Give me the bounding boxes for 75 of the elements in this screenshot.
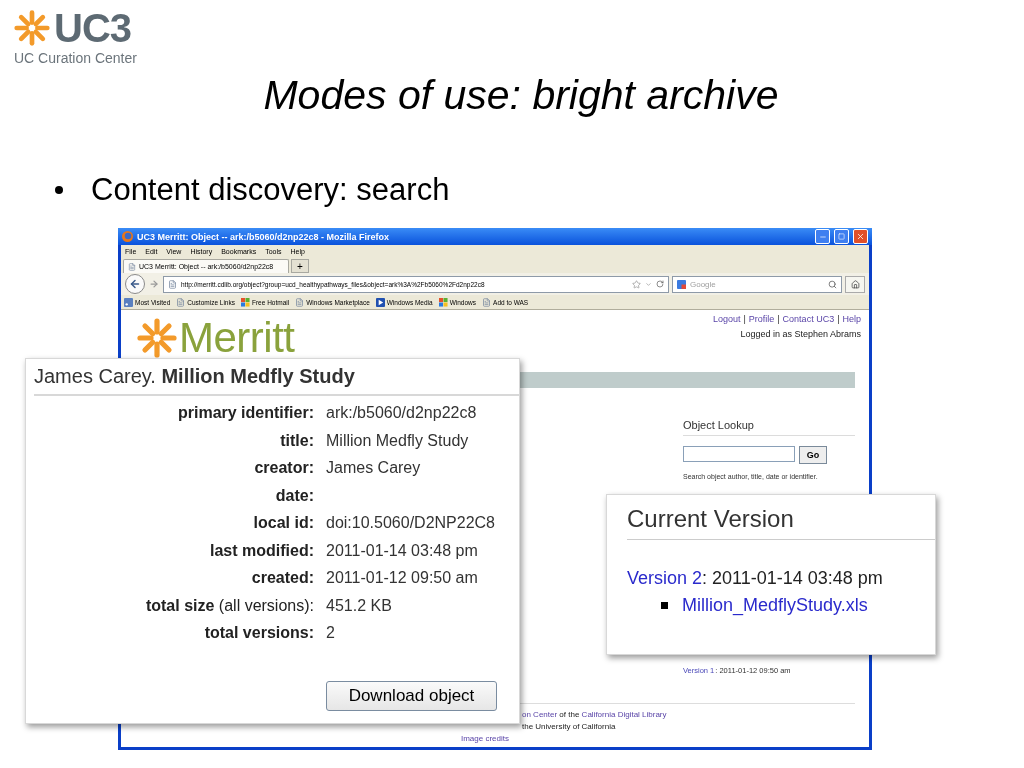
callout-heading: James Carey. Million Medfly Study — [34, 365, 519, 396]
lookup-heading: Object Lookup — [683, 419, 855, 436]
separator-text: | — [837, 314, 840, 324]
footer-text: of the — [558, 710, 581, 719]
windows-flag-icon — [241, 297, 250, 307]
new-tab-button[interactable]: + — [291, 259, 309, 273]
forward-button[interactable] — [148, 278, 160, 290]
star-icon[interactable] — [632, 279, 641, 289]
field-label: title: — [279, 431, 314, 451]
back-arrow-icon — [129, 278, 141, 290]
header-link[interactable]: Contact UC3 — [782, 314, 835, 324]
browser-logo-icon — [122, 231, 133, 242]
header-link[interactable]: Logout — [712, 314, 741, 324]
asterisk-logo-icon — [137, 318, 177, 358]
header-link[interactable]: Help — [842, 314, 861, 324]
field-value: Million Medfly Study — [326, 431, 470, 451]
copyright-text: the University of California — [522, 722, 617, 731]
back-button[interactable] — [125, 274, 145, 294]
close-icon — [856, 232, 865, 241]
lookup-field[interactable] — [683, 446, 795, 462]
media-player-icon — [375, 297, 385, 307]
maximize-button[interactable] — [834, 229, 849, 244]
search-icon[interactable] — [828, 279, 837, 289]
field-value: James Carey — [326, 459, 422, 478]
site-logo-text: Merritt — [179, 314, 295, 362]
field-value: 2011-01-12 09:50 am — [326, 569, 479, 588]
feed-icon — [124, 297, 133, 307]
separator-text: | — [777, 314, 780, 324]
field-label: total size (all versions): — [144, 596, 314, 616]
version-date: : 2011-01-14 03:48 pm — [702, 568, 883, 588]
field-label: total versions: — [203, 624, 314, 643]
home-button[interactable] — [845, 275, 865, 293]
search-engine-icon — [677, 279, 686, 289]
download-button[interactable]: Download object — [326, 680, 497, 711]
page-icon — [176, 297, 186, 307]
callout-heading: Current Version — [627, 505, 935, 540]
field-value: doi:10.5060/D2NP22C8 — [326, 514, 496, 533]
home-icon — [850, 279, 860, 289]
reload-icon[interactable] — [656, 280, 664, 288]
field-label: last modified: — [209, 541, 314, 561]
field-value: 2011-01-14 03:48 pm — [326, 541, 479, 561]
go-button[interactable]: Go — [799, 446, 827, 464]
asterisk-logo-icon — [14, 10, 50, 46]
minimize-button[interactable] — [815, 229, 830, 244]
window-title: UC3 Merritt: Object -- ark:/b5060/d2np22c8 - Mozilla Firefox — [137, 231, 391, 242]
page-icon — [295, 297, 305, 307]
field-value: ark:/b5060/d2np22c8 — [326, 404, 478, 423]
footer-link[interactable]: on Center — [522, 710, 558, 719]
bullet-icon — [661, 602, 668, 609]
maximize-icon — [838, 233, 845, 240]
slide-title: Modes of use: bright archive — [262, 71, 780, 120]
logged-in-text: Logged in as Stephen Abrams — [740, 329, 861, 339]
field-value: 2 — [326, 624, 336, 643]
page-icon — [128, 262, 136, 271]
field-label: created: — [250, 569, 314, 588]
close-button[interactable] — [853, 229, 868, 244]
field-label: primary identifier: — [176, 404, 314, 423]
field-label: date: — [274, 486, 314, 506]
header-link[interactable]: Profile — [748, 314, 775, 324]
field-label: creator: — [253, 459, 314, 478]
logo-text: UC3 — [54, 8, 132, 48]
bullet-dot-icon — [55, 186, 63, 194]
windows-flag-icon — [438, 297, 448, 307]
forward-arrow-icon — [149, 279, 159, 289]
version-link[interactable]: Version 2 — [627, 568, 703, 589]
field-label: local id: — [252, 514, 314, 533]
page-icon — [482, 297, 492, 307]
image-credits-link[interactable]: Image credits — [461, 734, 509, 743]
logo-subtitle: UC Curation Center — [14, 50, 138, 66]
file-link[interactable]: Million_MedflyStudy.xls — [682, 595, 868, 616]
bullet-text: Content discovery: search — [91, 172, 450, 208]
field-value: 451.2 KB — [326, 596, 393, 616]
footer-link[interactable]: California Digital Library — [581, 710, 667, 719]
page-icon — [168, 279, 177, 289]
separator-text: | — [743, 314, 746, 324]
